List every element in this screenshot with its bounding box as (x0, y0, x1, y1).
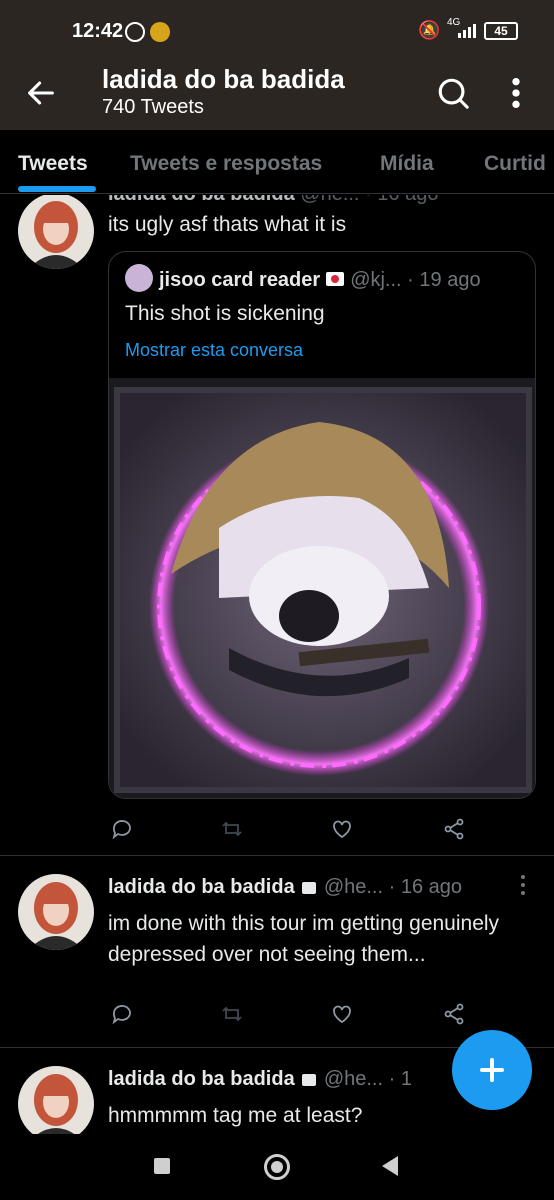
tweet-count: 740 Tweets (102, 96, 204, 118)
avatar[interactable] (18, 1066, 94, 1135)
tweet-author-line: ladida do ba badida @he... · 16 ago (108, 195, 438, 206)
lock-icon (302, 882, 317, 894)
compose-tweet-button[interactable] (452, 1030, 532, 1110)
retweet-icon[interactable] (220, 817, 244, 841)
tab-likes[interactable]: Curtid (484, 152, 546, 176)
tweet-author-line: ladida do ba badida @he... · 16 ago (108, 876, 462, 898)
quoted-tweet-header: jisoo card reader @kj... · 19 ago (125, 264, 481, 292)
share-icon[interactable] (442, 1002, 466, 1026)
whatsapp-icon (125, 22, 145, 42)
reply-icon[interactable] (110, 817, 134, 841)
active-tab-indicator (18, 186, 96, 192)
status-bar: 12:42 🔕 4G 45 (0, 0, 554, 62)
tweet-text: its ugly asf thats what it is (108, 213, 347, 236)
recents-icon[interactable] (154, 1158, 170, 1174)
tweet-more-icon[interactable] (518, 874, 528, 896)
status-time: 12:42 (72, 20, 124, 42)
back-arrow-icon[interactable] (24, 76, 58, 110)
quoted-tweet-text: This shot is sickening (125, 302, 325, 325)
tweet-author-line: ladida do ba badida @he... · 1 (108, 1068, 412, 1090)
page-title: ladida do ba badida (102, 64, 345, 94)
quoted-avatar (125, 264, 153, 292)
system-nav-bar (0, 1134, 554, 1200)
notification-app-icon (150, 22, 170, 42)
more-options-icon[interactable] (508, 76, 524, 110)
reply-icon[interactable] (110, 1002, 134, 1026)
home-icon[interactable] (264, 1154, 290, 1180)
japan-flag-icon (326, 272, 345, 286)
quoted-tweet-image[interactable] (109, 378, 536, 799)
signal-icon (458, 24, 476, 38)
like-icon[interactable] (330, 1002, 354, 1026)
avatar[interactable] (18, 195, 94, 269)
like-icon[interactable] (330, 817, 354, 841)
avatar[interactable] (18, 874, 94, 950)
profile-header: ladida do ba badida 740 Tweets (0, 62, 554, 130)
tab-tweets-and-replies[interactable]: Tweets e respostas (130, 152, 322, 176)
tweet-text: im done with this tour im getting genuin… (108, 912, 500, 966)
tweet-item[interactable]: ladida do ba badida @he... · 16 ago its … (0, 195, 554, 857)
quoted-tweet[interactable]: jisoo card reader @kj... · 19 ago This sh… (108, 251, 536, 799)
search-icon[interactable] (436, 76, 470, 110)
tab-media[interactable]: Mídia (380, 152, 434, 176)
tweet-feed[interactable]: ladida do ba badida @he... · 16 ago its … (0, 195, 554, 1135)
lock-icon (302, 1074, 317, 1086)
muted-bell-icon: 🔕 (418, 20, 441, 40)
share-icon[interactable] (442, 817, 466, 841)
battery-level: 45 (484, 22, 518, 40)
tweet-item[interactable]: ladida do ba badida @he... · 16 ago im d… (0, 856, 554, 1046)
retweet-icon[interactable] (220, 1002, 244, 1026)
tweet-actions (108, 1002, 528, 1030)
profile-tabs: Tweets Tweets e respostas Mídia Curtid (0, 130, 554, 194)
tab-tweets[interactable]: Tweets (18, 152, 88, 176)
show-conversation-link[interactable]: Mostrar esta conversa (125, 340, 303, 361)
tweet-actions (108, 817, 528, 845)
top-bar: 12:42 🔕 4G 45 ladida do ba badida 740 Tw… (0, 0, 554, 130)
tweet-text: hmmmmm tag me at least? (108, 1104, 363, 1127)
system-back-icon[interactable] (382, 1156, 398, 1176)
